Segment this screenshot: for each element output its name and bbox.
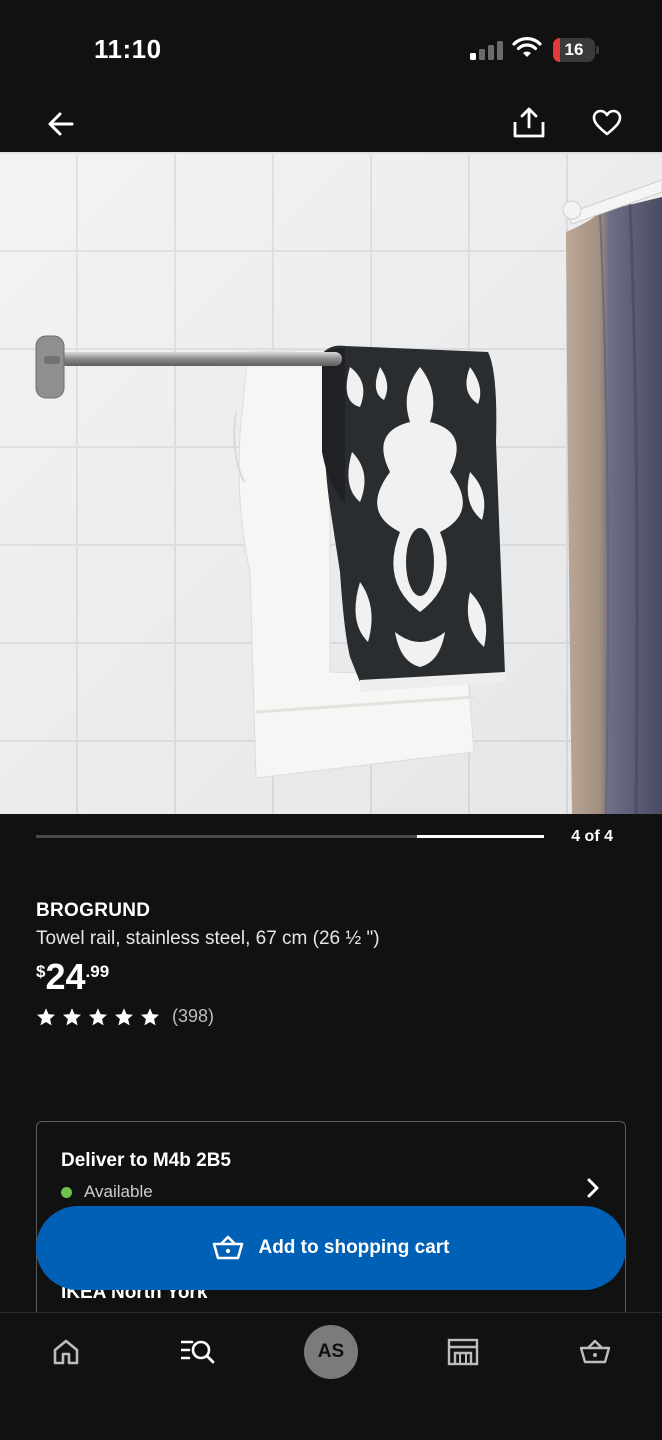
heart-icon — [592, 109, 622, 136]
cart-icon — [579, 1339, 611, 1364]
chevron-right-icon[interactable] — [581, 1176, 605, 1200]
store-icon — [447, 1338, 479, 1366]
battery-level: 16 — [564, 40, 584, 59]
pager-indicator — [417, 835, 544, 838]
star-icon — [63, 1007, 81, 1025]
share-icon — [513, 107, 545, 138]
nav-search[interactable] — [168, 1327, 228, 1377]
home-icon — [53, 1339, 79, 1365]
back-button[interactable] — [40, 102, 82, 146]
availability-dot-icon — [61, 1186, 72, 1198]
status-bar: 11:10 16 — [0, 0, 662, 96]
battery-icon: 16 — [553, 38, 599, 62]
rating-stars — [36, 1007, 160, 1027]
arrow-left-icon — [48, 112, 74, 136]
product-photo — [0, 152, 662, 814]
favorite-button[interactable] — [584, 100, 630, 146]
share-button[interactable] — [506, 100, 552, 146]
basket-icon — [213, 1235, 244, 1260]
nav-profile-avatar[interactable]: AS — [304, 1325, 358, 1379]
cellular-signal-icon — [470, 40, 504, 60]
price-decimal: .99 — [85, 962, 110, 981]
price-whole: 24 — [45, 956, 86, 997]
star-icon — [141, 1007, 159, 1025]
star-icon — [115, 1007, 133, 1025]
price-currency: $ — [36, 962, 46, 981]
bottom-navigation: AS — [0, 1312, 662, 1440]
star-icon — [89, 1007, 107, 1025]
search-icon — [181, 1340, 215, 1364]
product-price: $ 24 .99 — [36, 958, 626, 996]
review-count: (398) — [172, 1006, 215, 1026]
top-app-bar — [0, 96, 662, 152]
product-image[interactable] — [0, 152, 662, 814]
add-to-cart-label: Add to shopping cart — [258, 1237, 450, 1258]
image-counter: 4 of 4 — [571, 828, 613, 845]
status-time: 11:10 — [94, 34, 162, 64]
product-description: Towel rail, stainless steel, 67 cm (26 ½… — [36, 928, 380, 949]
availability-status: Available — [61, 1182, 153, 1202]
product-name: BROGRUND — [36, 900, 151, 921]
nav-home[interactable] — [36, 1327, 96, 1377]
delivery-title: Deliver to M4b 2B5 — [61, 1150, 231, 1171]
nav-cart[interactable] — [565, 1327, 625, 1377]
product-info: BROGRUND Towel rail, stainless steel, 67… — [36, 900, 626, 1027]
wifi-icon — [512, 37, 542, 57]
image-pager: 4 of 4 — [36, 828, 626, 848]
rating[interactable]: (398) — [36, 1006, 626, 1027]
availability-label: Available — [84, 1182, 153, 1201]
star-icon — [37, 1007, 55, 1025]
nav-stores[interactable] — [433, 1327, 493, 1377]
add-to-cart-button[interactable]: Add to shopping cart — [36, 1206, 626, 1290]
